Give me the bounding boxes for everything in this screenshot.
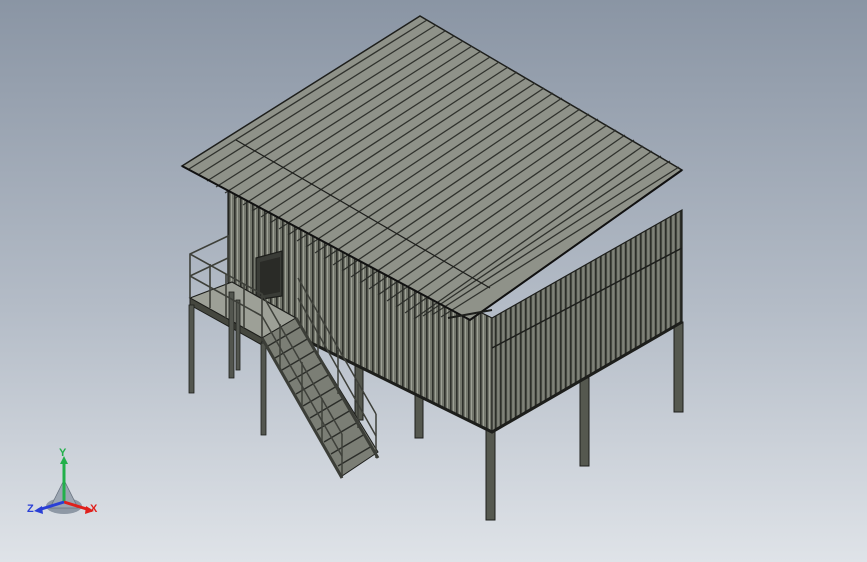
- building-model[interactable]: [0, 0, 867, 562]
- z-axis-label: Z: [27, 503, 34, 515]
- coordinate-triad[interactable]: Y X Z: [22, 446, 112, 526]
- y-axis-label: Y: [59, 447, 67, 459]
- triad-axes: [34, 456, 94, 514]
- x-axis-label: X: [90, 503, 98, 515]
- cad-viewport[interactable]: Y X Z: [0, 0, 867, 562]
